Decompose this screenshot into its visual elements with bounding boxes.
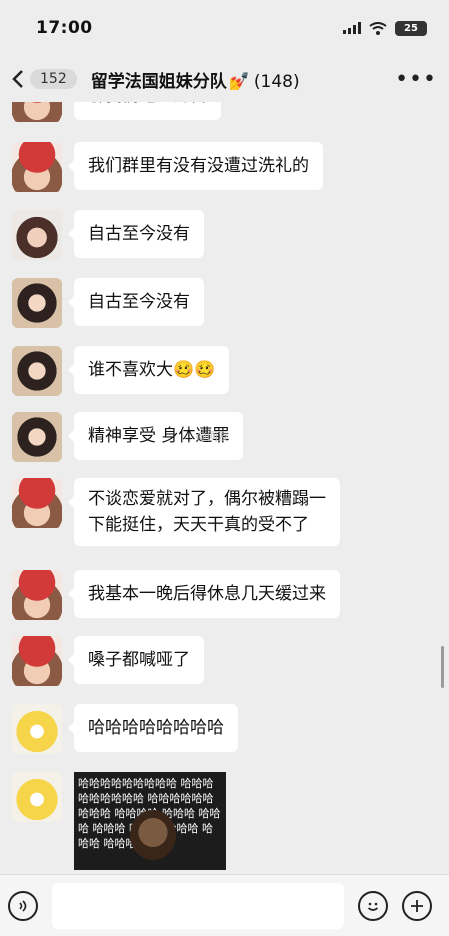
meme-image[interactable]: 哈哈哈哈哈哈哈哈哈 哈哈哈哈哈哈哈哈哈 哈哈哈哈哈哈哈哈哈 哈哈哈哈 哈哈哈 哈…	[74, 772, 226, 870]
add-button[interactable]	[402, 890, 432, 921]
message-list[interactable]: 聊我们吃过的苦 我们群里有没有没遭过洗礼的 自古至今没有 自古至今没有 谁不喜欢…	[0, 102, 449, 874]
ellipsis-icon: •••	[395, 66, 437, 92]
avatar[interactable]	[12, 636, 62, 686]
status-icons: 25	[343, 20, 427, 36]
message-bubble[interactable]: 谁不喜欢大🥴🥴	[67, 346, 230, 394]
avatar[interactable]	[12, 142, 62, 192]
plus-icon	[411, 899, 423, 912]
message-row: 我们群里有没有没遭过洗礼的	[12, 142, 323, 192]
laughing-face-image	[130, 810, 176, 860]
message-bubble[interactable]: 哈哈哈哈哈哈哈哈	[68, 704, 238, 752]
message-bubble[interactable]: 自古至今没有	[68, 278, 204, 326]
message-bubble[interactable]: 我们群里有没有没遭过洗礼的	[68, 142, 323, 190]
status-time: 17:00	[36, 18, 93, 38]
status-bar: 17:00 25	[0, 0, 449, 56]
message-bubble[interactable]: 我基本一晚后得休息几天缓过来	[68, 570, 340, 618]
smiley-icon	[367, 902, 379, 911]
message-bubble[interactable]: 聊我们吃过的苦	[74, 102, 221, 120]
message-row: 我基本一晚后得休息几天缓过来	[12, 570, 340, 620]
watermark: @网友	[196, 430, 229, 443]
member-count: (148)	[253, 71, 300, 92]
avatar[interactable]	[12, 570, 62, 620]
message-row: 聊我们吃过的苦	[12, 102, 221, 122]
message-bubble[interactable]: 嗓子都喊哑了	[68, 636, 204, 684]
avatar[interactable]	[12, 412, 62, 462]
voice-button[interactable]	[8, 890, 38, 921]
signal-icon	[343, 22, 361, 34]
message-input[interactable]	[52, 882, 344, 929]
avatar[interactable]	[12, 210, 62, 260]
message-row: 嗓子都喊哑了	[12, 636, 204, 686]
scrollbar[interactable]	[441, 646, 444, 688]
battery-icon: 25	[395, 20, 427, 36]
message-line: 不谈恋爱就对了，偶尔被糟蹋一	[88, 489, 326, 509]
message-row: 哈哈哈哈哈哈哈哈哈 哈哈哈哈哈哈哈哈哈 哈哈哈哈哈哈哈哈哈 哈哈哈哈 哈哈哈 哈…	[12, 772, 226, 870]
message-row: 自古至今没有	[12, 278, 204, 328]
chevron-left-icon	[12, 70, 23, 88]
avatar[interactable]	[12, 278, 62, 328]
back-button[interactable]: 152	[12, 69, 77, 89]
input-bar	[0, 874, 449, 936]
avatar[interactable]	[12, 346, 62, 396]
emoji-group: 🥴🥴	[173, 360, 216, 380]
chat-title: 留学法国姐妹分队 💅 (148)	[91, 67, 300, 92]
message-line: 下能挺住，天天干真的受不了	[88, 515, 309, 535]
message-bubble[interactable]: 不谈恋爱就对了，偶尔被糟蹋一 下能挺住，天天干真的受不了	[68, 478, 340, 546]
group-name: 留学法国姐妹分队	[90, 71, 227, 92]
more-options-button[interactable]: •••	[395, 67, 437, 92]
nail-polish-emoji: 💅	[228, 71, 250, 92]
avatar[interactable]	[12, 102, 62, 122]
message-row: 自古至今没有	[12, 210, 204, 260]
message-row: 不谈恋爱就对了，偶尔被糟蹋一 下能挺住，天天干真的受不了	[12, 478, 340, 546]
message-bubble[interactable]: 自古至今没有	[68, 210, 204, 258]
message-text: 谁不喜欢大	[88, 360, 173, 380]
avatar[interactable]	[12, 772, 62, 822]
message-row: 哈哈哈哈哈哈哈哈	[12, 704, 238, 754]
unread-count-badge: 152	[30, 69, 77, 89]
avatar[interactable]	[12, 704, 62, 754]
message-row: 谁不喜欢大🥴🥴	[12, 346, 230, 396]
voice-icon	[19, 899, 27, 912]
avatar[interactable]	[12, 478, 62, 528]
emoji-button[interactable]	[358, 890, 388, 921]
chat-header: 152 留学法国姐妹分队 💅 (148) •••	[0, 56, 449, 102]
wifi-icon	[369, 21, 387, 35]
